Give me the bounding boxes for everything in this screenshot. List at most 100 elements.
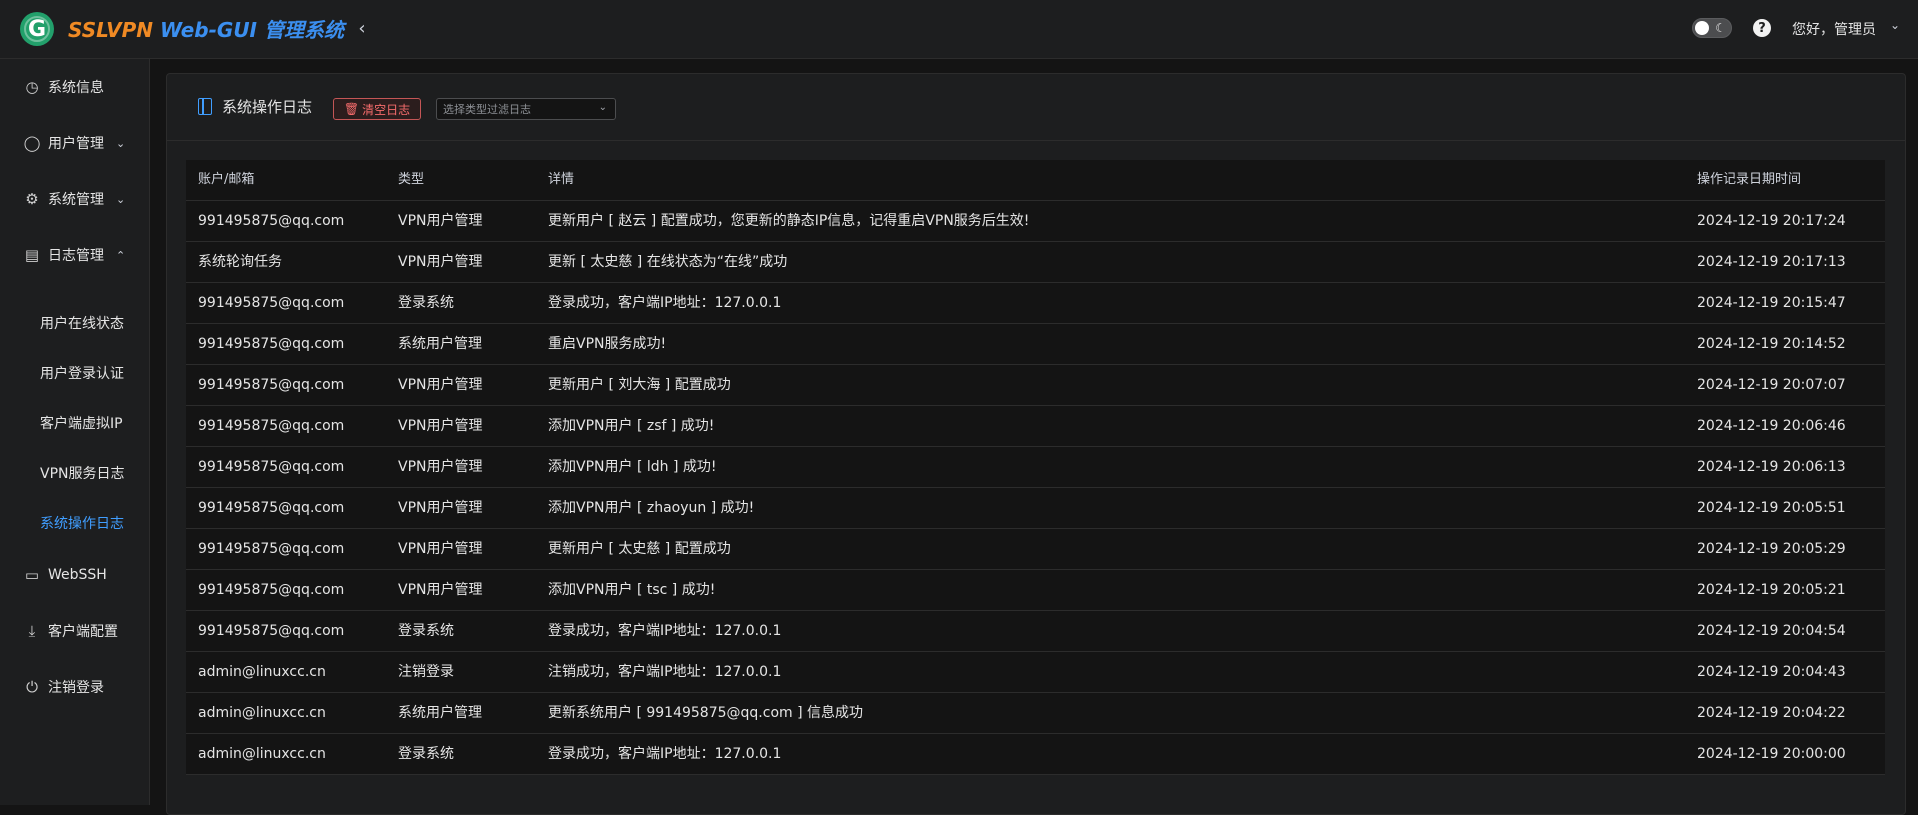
cell-datetime: 2024-12-19 20:17:13 — [1697, 254, 1846, 270]
sidebar-item-system-management[interactable]: ⚙ 系统管理 ⌄ — [0, 179, 149, 219]
table-header: 账户/邮箱 类型 详情 操作记录日期时间 — [186, 160, 1885, 201]
cell-datetime: 2024-12-19 20:05:21 — [1697, 582, 1846, 598]
sidebar-subitem-label: 用户在线状态 — [40, 316, 124, 332]
top-header: G SSLVPN Web-GUI 管理系统 ‹ ☾ ? 您好，管理员 ⌄ — [0, 0, 1918, 59]
table-row: 991495875@qq.com VPN用户管理 添加VPN用户 [ zhaoyun… — [186, 488, 1885, 529]
sidebar-subitem-system-operation-log[interactable]: 系统操作日志 — [0, 503, 149, 543]
monitor-icon: ▭ — [24, 566, 40, 584]
cell-type: VPN用户管理 — [398, 541, 483, 557]
cell-detail: 更新用户 [ 太史慈 ] 配置成功 — [548, 541, 731, 557]
clear-logs-button[interactable]: 🗑 清空日志 — [333, 98, 421, 120]
table-row: admin@linuxcc.cn 注销登录 注销成功，客户端IP地址：127.0.0… — [186, 652, 1885, 693]
cell-detail: 登录成功，客户端IP地址：127.0.0.1 — [548, 623, 782, 639]
column-header-account: 账户/邮箱 — [198, 172, 255, 187]
sidebar-item-webssh[interactable]: ▭ WebSSH — [0, 555, 149, 595]
sidebar-item-label: 日志管理 — [48, 248, 104, 264]
app-title: SSLVPN Web-GUI 管理系统 — [68, 14, 344, 43]
sidebar-item-label: 系统管理 — [48, 192, 104, 208]
sidebar-subitem-label: 用户登录认证 — [40, 366, 124, 382]
table-row: 991495875@qq.com VPN用户管理 添加VPN用户 [ zsf ] 成… — [186, 406, 1885, 447]
sidebar-item-logout[interactable]: ⏻ 注销登录 — [0, 667, 149, 707]
cell-account: 991495875@qq.com — [198, 295, 345, 311]
document-icon: ▤ — [24, 246, 40, 264]
dark-mode-toggle[interactable]: ☾ — [1692, 18, 1732, 38]
table-row: 991495875@qq.com VPN用户管理 添加VPN用户 [ tsc ] 成… — [186, 570, 1885, 611]
chevron-down-icon: ⌄ — [598, 102, 607, 113]
sidebar-subitem-user-online-status[interactable]: 用户在线状态 — [0, 303, 149, 343]
cell-account: 991495875@qq.com — [198, 213, 345, 229]
cell-detail: 登录成功，客户端IP地址：127.0.0.1 — [548, 746, 782, 762]
column-header-type: 类型 — [398, 172, 425, 187]
table-row: 991495875@qq.com 登录系统 登录成功，客户端IP地址：127.0.0… — [186, 611, 1885, 652]
chevron-up-icon: ⌃ — [116, 248, 126, 262]
sidebar-item-user-management[interactable]: ◯ 用户管理 ⌄ — [0, 123, 149, 163]
cell-account: 系统轮询任务 — [198, 254, 282, 270]
cell-datetime: 2024-12-19 20:05:51 — [1697, 500, 1846, 516]
trash-icon: 🗑 — [343, 102, 360, 116]
cell-type: VPN用户管理 — [398, 254, 483, 270]
cell-account: admin@linuxcc.cn — [198, 746, 326, 762]
table-row: 991495875@qq.com VPN用户管理 更新用户 [ 刘大海 ] 配置成功… — [186, 365, 1885, 406]
user-icon: ◯ — [23, 134, 41, 152]
cell-datetime: 2024-12-19 20:15:47 — [1697, 295, 1846, 311]
cell-datetime: 2024-12-19 20:06:46 — [1697, 418, 1846, 434]
sidebar-item-label: 注销登录 — [48, 680, 104, 696]
brand-part-1: SSLVPN — [68, 18, 153, 42]
table-row: 991495875@qq.com VPN用户管理 更新用户 [ 太史慈 ] 配置成功… — [186, 529, 1885, 570]
cell-type: 系统用户管理 — [398, 336, 482, 352]
sidebar-item-system-info[interactable]: ◷ 系统信息 — [0, 67, 149, 107]
cell-detail: 更新系统用户 [ 991495875@qq.com ] 信息成功 — [548, 705, 864, 721]
column-header-datetime: 操作记录日期时间 — [1697, 172, 1802, 187]
cell-type: 登录系统 — [398, 295, 454, 311]
chevron-down-icon: ⌄ — [116, 192, 126, 206]
table-row: 991495875@qq.com VPN用户管理 更新用户 [ 赵云 ] 配置成功，… — [186, 201, 1885, 242]
table-row: admin@linuxcc.cn 登录系统 登录成功，客户端IP地址：127.0.0… — [186, 734, 1885, 775]
notebook-icon — [198, 98, 212, 115]
cell-account: admin@linuxcc.cn — [198, 664, 326, 680]
cell-account: 991495875@qq.com — [198, 541, 345, 557]
cell-account: 991495875@qq.com — [198, 418, 345, 434]
user-greeting[interactable]: 您好，管理员 — [1792, 19, 1876, 39]
brand-part-3: 管理系统 — [263, 18, 344, 42]
cell-type: 系统用户管理 — [398, 705, 482, 721]
sidebar-subitem-user-login-auth[interactable]: 用户登录认证 — [0, 353, 149, 393]
power-icon: ⏻ — [26, 678, 38, 696]
help-icon[interactable]: ? — [1753, 19, 1771, 37]
sidebar-subitem-client-virtual-ip[interactable]: 客户端虚拟IP — [0, 403, 149, 443]
cell-detail: 添加VPN用户 [ zhaoyun ] 成功! — [548, 500, 755, 516]
cell-datetime: 2024-12-19 20:07:07 — [1697, 377, 1846, 393]
page-title: 系统操作日志 — [222, 98, 313, 116]
collapse-sidebar-icon[interactable]: ‹ — [352, 16, 372, 40]
cell-account: 991495875@qq.com — [198, 623, 345, 639]
brand-part-2: Web-GUI — [159, 18, 257, 42]
cell-account: 991495875@qq.com — [198, 582, 345, 598]
table-row: 991495875@qq.com 系统用户管理 重启VPN服务成功! 2024-12-… — [186, 324, 1885, 365]
cell-detail: 更新 [ 太史慈 ] 在线状态为“在线”成功 — [548, 254, 788, 270]
sidebar-item-log-management[interactable]: ▤ 日志管理 ⌃ — [0, 235, 149, 275]
cell-detail: 更新用户 [ 刘大海 ] 配置成功 — [548, 377, 731, 393]
cell-detail: 登录成功，客户端IP地址：127.0.0.1 — [548, 295, 782, 311]
log-type-filter-input[interactable] — [443, 99, 593, 119]
sidebar-item-label: WebSSH — [48, 567, 107, 583]
log-type-filter-select[interactable]: ⌄ — [436, 98, 616, 120]
cell-type: VPN用户管理 — [398, 418, 483, 434]
clear-logs-label: 清空日志 — [362, 102, 411, 117]
cell-datetime: 2024-12-19 20:00:00 — [1697, 746, 1846, 762]
sidebar-item-label: 系统信息 — [48, 80, 104, 96]
table-row: 系统轮询任务 VPN用户管理 更新 [ 太史慈 ] 在线状态为“在线”成功 2024-… — [186, 242, 1885, 283]
card-header: 系统操作日志 🗑 清空日志 ⌄ — [167, 74, 1905, 141]
table-row: 991495875@qq.com 登录系统 登录成功，客户端IP地址：127.0.0… — [186, 283, 1885, 324]
cell-datetime: 2024-12-19 20:04:22 — [1697, 705, 1846, 721]
table-body: 991495875@qq.com VPN用户管理 更新用户 [ 赵云 ] 配置成功，… — [186, 201, 1885, 775]
logo-letter: G — [27, 16, 47, 42]
logo: G — [20, 12, 54, 46]
chevron-down-icon[interactable]: ⌄ — [1890, 18, 1900, 32]
chevron-down-icon: ⌄ — [116, 136, 126, 150]
cell-account: 991495875@qq.com — [198, 500, 345, 516]
cell-type: VPN用户管理 — [398, 500, 483, 516]
cell-type: 登录系统 — [398, 746, 454, 762]
sidebar-subitem-vpn-service-log[interactable]: VPN服务日志 — [0, 453, 149, 493]
cell-datetime: 2024-12-19 20:05:29 — [1697, 541, 1846, 557]
cell-account: 991495875@qq.com — [198, 377, 345, 393]
sidebar-item-client-config[interactable]: ⤓ 客户端配置 — [0, 611, 149, 651]
